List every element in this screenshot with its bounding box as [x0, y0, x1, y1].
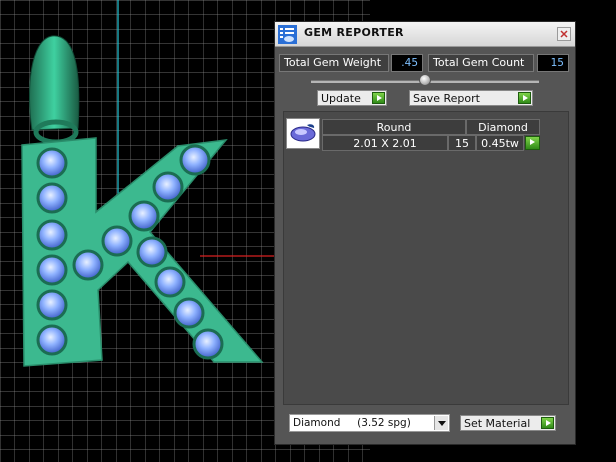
chevron-down-icon[interactable] [434, 416, 448, 430]
play-arrow-icon [541, 417, 554, 429]
gem-list[interactable]: Round Diamond 2.01 X 2.01 15 0.45tw [283, 111, 569, 405]
round-diamond-icon [290, 124, 316, 142]
gem-weight-cell: 0.45tw [476, 135, 524, 151]
save-report-button[interactable]: Save Report [409, 90, 533, 106]
gem-reporter-panel: GEM REPORTER Total Gem Weight .45 Total … [274, 21, 576, 445]
play-arrow-icon [525, 136, 540, 150]
material-select-value: Diamond (3.52 spg) [293, 417, 411, 429]
gem-count-cell: 15 [448, 135, 476, 151]
play-arrow-icon [372, 92, 385, 104]
gem-reporter-app-icon [278, 25, 297, 44]
set-material-button-label: Set Material [464, 417, 531, 430]
save-report-button-label: Save Report [413, 92, 480, 105]
material-select[interactable]: Diamond (3.52 spg) [289, 414, 450, 432]
total-gem-weight-label: Total Gem Weight [279, 54, 389, 72]
column-header-material: Diamond [466, 119, 540, 135]
window-title: GEM REPORTER [304, 26, 404, 39]
close-icon [560, 30, 568, 38]
play-arrow-icon [518, 92, 531, 104]
slider-thumb[interactable] [419, 74, 431, 86]
gem-size-cell: 2.01 X 2.01 [322, 135, 448, 151]
total-gem-count-value: 15 [537, 54, 569, 72]
set-material-button[interactable]: Set Material [460, 415, 556, 431]
title-bar[interactable]: GEM REPORTER [275, 22, 575, 47]
total-gem-count-label: Total Gem Count [428, 54, 534, 72]
pendant-bail [28, 35, 80, 131]
update-button-label: Update [321, 92, 361, 105]
update-button[interactable]: Update [317, 90, 387, 106]
gem-thumbnail[interactable] [286, 118, 320, 149]
gem-row-go-button[interactable] [524, 135, 540, 151]
close-button[interactable] [557, 27, 571, 41]
column-header-shape: Round [322, 119, 466, 135]
total-gem-weight-value: .45 [391, 54, 423, 72]
